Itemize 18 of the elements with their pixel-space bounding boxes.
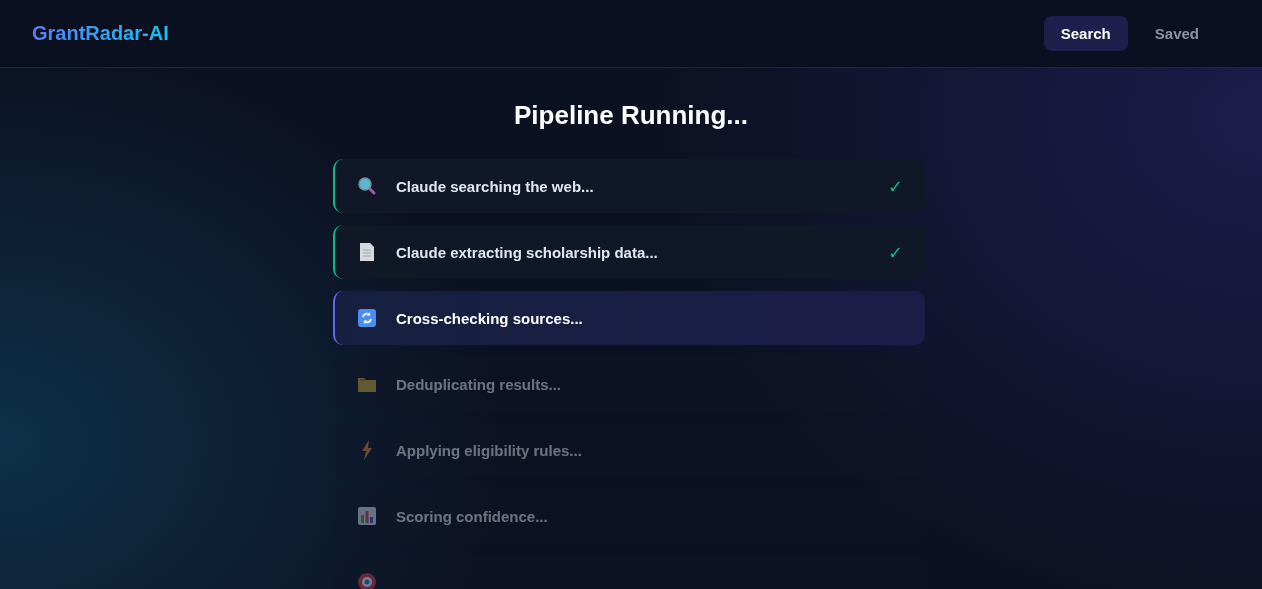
- nav-tab[interactable]: Search: [1043, 16, 1128, 51]
- step-label: Applying eligibility rules...: [396, 441, 583, 459]
- page-title: Pipeline Running...: [514, 100, 748, 131]
- target-icon: [357, 572, 377, 589]
- bar-chart-icon: [358, 507, 376, 525]
- step-label: Claude extracting scholarship data...: [396, 243, 659, 261]
- check-mark: ✓: [887, 241, 903, 263]
- document-icon: [359, 242, 375, 262]
- step-label: Deduplicating results...: [396, 375, 563, 393]
- folder-icon: [358, 376, 376, 392]
- nav-tab[interactable]: Saved: [1137, 16, 1216, 51]
- lightning-icon: [361, 440, 373, 460]
- magnifier-icon: [357, 176, 377, 196]
- step-label: Claude searching the web...: [396, 177, 595, 195]
- step-label: Cross-checking sources...: [396, 309, 584, 327]
- refresh-icon: [358, 309, 376, 327]
- check-mark: ✓: [887, 175, 903, 197]
- step-label: Scoring confidence...: [396, 507, 549, 525]
